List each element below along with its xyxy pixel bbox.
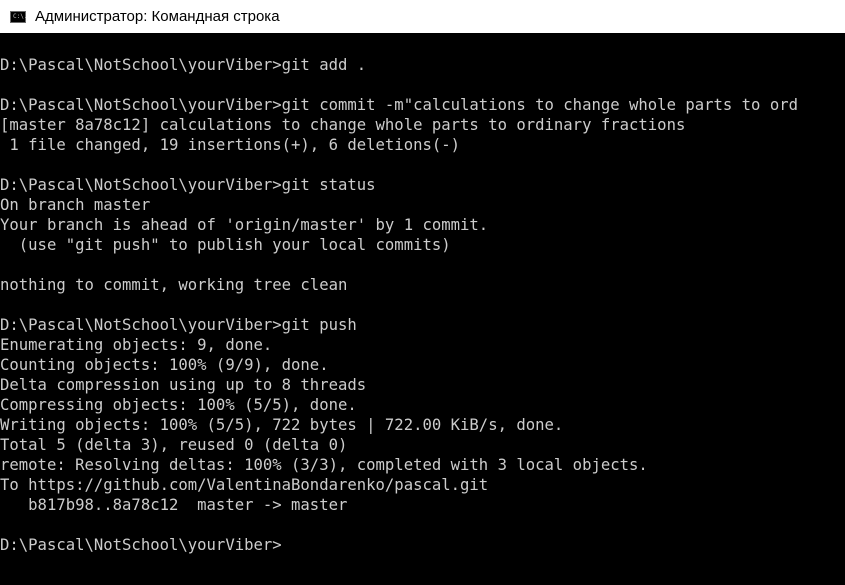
console-line: Writing objects: 100% (5/5), 722 bytes |…	[0, 416, 564, 434]
console-line: Enumerating objects: 9, done.	[0, 336, 273, 354]
console-output[interactable]: D:\Pascal\NotSchool\yourViber>git add . …	[0, 55, 845, 585]
console-line: To https://github.com/ValentinaBondarenk…	[0, 476, 489, 494]
console-line: b817b98..8a78c12 master -> master	[0, 496, 348, 514]
console-line: D:\Pascal\NotSchool\yourViber>git push	[0, 316, 357, 334]
console-line: Your branch is ahead of 'origin/master' …	[0, 216, 489, 234]
title-bar[interactable]: C:\. Администратор: Командная строка	[0, 0, 845, 33]
console-line: (use "git push" to publish your local co…	[0, 236, 451, 254]
console-line: [master 8a78c12] calculations to change …	[0, 116, 686, 134]
command-prompt-window: C:\. Администратор: Командная строка D:\…	[0, 0, 845, 585]
console-line: On branch master	[0, 196, 151, 214]
console-line: Total 5 (delta 3), reused 0 (delta 0)	[0, 436, 348, 454]
console-line: Compressing objects: 100% (5/5), done.	[0, 396, 357, 414]
cmd-icon-glyph: C:\.	[13, 12, 28, 20]
console-line: Delta compression using up to 8 threads	[0, 376, 367, 394]
console-line: nothing to commit, working tree clean	[0, 276, 348, 294]
console-line: 1 file changed, 19 insertions(+), 6 dele…	[0, 136, 461, 154]
console-line: Counting objects: 100% (9/9), done.	[0, 356, 329, 374]
console-line: remote: Resolving deltas: 100% (3/3), co…	[0, 456, 648, 474]
console-line: D:\Pascal\NotSchool\yourViber>git add .	[0, 56, 367, 74]
console-line: D:\Pascal\NotSchool\yourViber>git status	[0, 176, 376, 194]
window-title: Администратор: Командная строка	[35, 8, 280, 25]
console-line: D:\Pascal\NotSchool\yourViber>git commit…	[0, 96, 798, 114]
console-prompt-line[interactable]: D:\Pascal\NotSchool\yourViber>	[0, 535, 845, 555]
cmd-icon: C:\.	[10, 10, 28, 23]
